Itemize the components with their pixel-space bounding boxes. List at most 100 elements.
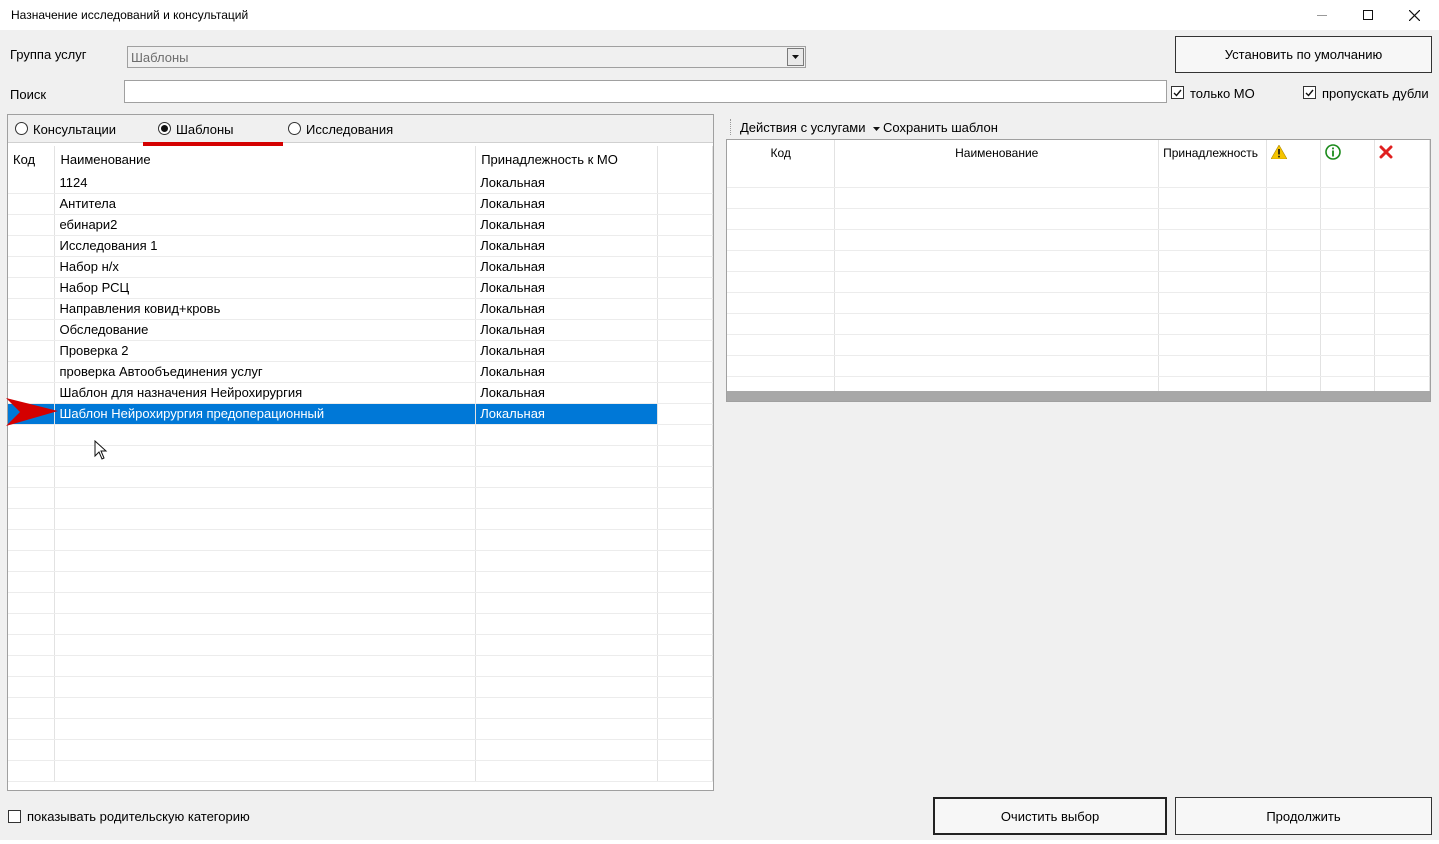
cell: [834, 271, 1160, 293]
radio-templates[interactable]: [158, 122, 171, 135]
radio-consultations[interactable]: [15, 122, 28, 135]
continue-button[interactable]: Продолжить: [1175, 797, 1432, 835]
cell-name: ебинари2: [54, 214, 477, 236]
mouse-cursor-icon: [94, 440, 108, 460]
cell-name: [54, 676, 477, 698]
cell-filler: [657, 592, 713, 614]
column-header-code[interactable]: Код: [727, 140, 836, 166]
table-row-empty: [727, 271, 1430, 293]
cell: [727, 376, 836, 391]
cell-name: Проверка 2: [54, 340, 477, 362]
table-row[interactable]: Набор н/х Локальная: [8, 256, 713, 278]
cell: [1374, 313, 1430, 335]
table-row-empty: [727, 166, 1430, 188]
table-row-empty: [8, 529, 713, 551]
cell: [1266, 208, 1322, 230]
save-template-button[interactable]: Сохранить шаблон: [883, 120, 998, 135]
column-header-delete[interactable]: [1374, 140, 1430, 166]
selected-services-grid[interactable]: Код Наименование Принадлежность: [727, 140, 1430, 391]
cell-name: [54, 655, 477, 677]
cell: [727, 250, 836, 272]
cell-code: [8, 739, 56, 761]
column-header-owner[interactable]: Принадлежность: [1158, 140, 1268, 166]
table-row-empty: [8, 424, 713, 446]
radio-consultations-label[interactable]: Консультации: [33, 122, 116, 137]
group-select[interactable]: Шаблоны: [127, 46, 806, 68]
checkmark-icon: [1173, 89, 1182, 97]
table-row-empty: [727, 292, 1430, 314]
table-row-empty: [8, 676, 713, 698]
cell-name: Шаблон Нейрохирургия предоперационный: [54, 403, 477, 425]
templates-grid[interactable]: Код Наименование Принадлежность к МО 112…: [8, 146, 713, 790]
set-default-button[interactable]: Установить по умолчанию: [1175, 36, 1432, 73]
table-row[interactable]: Шаблон Нейрохирургия предоперационный Лок…: [8, 403, 713, 425]
table-row-empty: [727, 355, 1430, 377]
group-select-dropdown-button[interactable]: [787, 48, 804, 66]
search-input[interactable]: [124, 80, 1167, 103]
radio-research[interactable]: [288, 122, 301, 135]
cell: [1266, 229, 1322, 251]
table-row-empty: [8, 613, 713, 635]
table-row[interactable]: Набор РСЦ Локальная: [8, 277, 713, 299]
table-row[interactable]: Направления ковид+кровь Локальная: [8, 298, 713, 320]
radio-research-label[interactable]: Исследования: [306, 122, 393, 137]
table-row-empty: [727, 187, 1430, 209]
table-row[interactable]: 1124 Локальная: [8, 172, 713, 194]
cell-owner: [475, 634, 659, 656]
cell: [1158, 250, 1268, 272]
horizontal-scrollbar[interactable]: [727, 391, 1430, 401]
cell-filler: [657, 277, 713, 299]
maximize-button[interactable]: [1345, 0, 1391, 30]
cell: [1374, 334, 1430, 356]
column-header-owner[interactable]: Принадлежность к МО: [475, 146, 659, 172]
cell-code: [8, 445, 56, 467]
cell-owner: Локальная: [475, 319, 659, 341]
column-header-code[interactable]: Код: [8, 146, 56, 172]
cell: [727, 166, 836, 188]
cell: [834, 208, 1160, 230]
cell: [1320, 187, 1375, 209]
table-row[interactable]: Шаблон для назначения Нейрохирургия Локал…: [8, 382, 713, 404]
minimize-button[interactable]: [1299, 0, 1345, 30]
show-parent-checkbox[interactable]: [8, 810, 21, 823]
table-row[interactable]: Исследования 1 Локальная: [8, 235, 713, 257]
cell-owner: Локальная: [475, 193, 659, 215]
cell: [1158, 208, 1268, 230]
cell-name: Направления ковид+кровь: [54, 298, 477, 320]
column-header-name[interactable]: Наименование: [54, 146, 477, 172]
templates-table: Код Наименование Принадлежность к МО 112…: [8, 146, 713, 782]
cell-owner: [475, 655, 659, 677]
table-row-empty: [8, 655, 713, 677]
close-button[interactable]: [1391, 0, 1437, 30]
skip-dupes-checkbox[interactable]: [1303, 86, 1316, 99]
cell-filler: [657, 235, 713, 257]
cell: [1320, 376, 1375, 391]
cell-code: [8, 613, 56, 635]
column-header-filler: [657, 146, 713, 172]
table-row[interactable]: ебинари2 Локальная: [8, 214, 713, 236]
cell: [1158, 271, 1268, 293]
cell: [1374, 355, 1430, 377]
only-mo-checkbox[interactable]: [1171, 86, 1184, 99]
column-header-name[interactable]: Наименование: [834, 140, 1160, 166]
cell-owner: [475, 508, 659, 530]
cell: [1158, 166, 1268, 188]
radio-templates-label[interactable]: Шаблоны: [176, 122, 234, 137]
table-row-empty: [8, 634, 713, 656]
actions-menu[interactable]: Действия с услугами: [740, 120, 881, 135]
cell-code: [8, 550, 56, 572]
table-row[interactable]: проверка Автообъединения услуг Локальная: [8, 361, 713, 383]
cell: [1374, 292, 1430, 314]
table-row[interactable]: Обследование Локальная: [8, 319, 713, 341]
table-row-empty: [727, 229, 1430, 251]
table-row[interactable]: Антитела Локальная: [8, 193, 713, 215]
column-header-info[interactable]: [1320, 140, 1375, 166]
clear-selection-button[interactable]: Очистить выбор: [933, 797, 1167, 835]
cell-name: [54, 529, 477, 551]
cell-filler: [657, 361, 713, 383]
table-row[interactable]: Проверка 2 Локальная: [8, 340, 713, 362]
table-row-empty: [8, 466, 713, 488]
cell-name: [54, 592, 477, 614]
cell-owner: [475, 697, 659, 719]
column-header-warning[interactable]: [1266, 140, 1322, 166]
